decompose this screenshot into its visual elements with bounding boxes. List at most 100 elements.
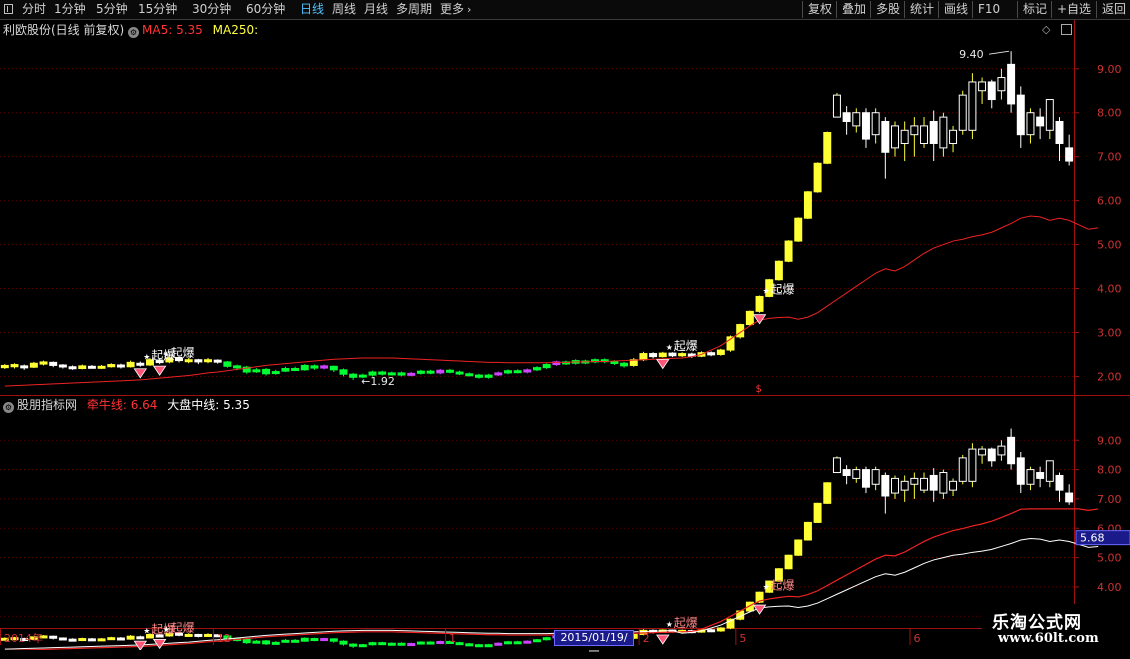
main-candle [1045,99,1054,131]
sub-candle [910,477,919,485]
main-signal-star-icon: ★ [143,352,150,361]
main-candle [968,81,977,131]
sub-candle [291,639,300,643]
main-signal-label: 起爆 [674,339,698,353]
main-y-tick-label: 2.00 [1097,370,1122,383]
sub-candle [436,640,445,644]
main-candle [513,370,522,374]
main-y-tick-label: 3.00 [1097,326,1122,339]
sub-candle [474,644,483,648]
main-candle [503,370,512,374]
main-candle [320,365,329,369]
sub-candle [881,474,890,497]
main-candle [678,353,687,357]
main-y-tick-label: 4.00 [1097,283,1122,296]
sub-candle [823,482,832,504]
sub-candle [978,448,987,456]
sub-candle [339,640,348,645]
main-y-tick-label: 6.00 [1097,195,1122,208]
main-candle [920,125,929,144]
main-candle [803,191,812,219]
sub-candle [204,633,213,637]
kline-chart[interactable]: 9.00 8.00 7.00 6.00 5.00 4.00 3.00 2.00 9.00 8.00… [0,0,1130,650]
sub-candle [368,642,377,646]
main-candle [407,372,416,376]
main-candle [668,352,677,357]
main-candle [87,365,96,369]
value-box-label: 5.68 [1080,532,1105,545]
main-candle [474,374,483,378]
main-candle [349,373,358,378]
main-candle [339,369,348,375]
main-candle [891,125,899,149]
main-candle [523,369,532,373]
sub-candle [1065,492,1074,503]
sub-y-tick-label: 9.00 [1097,434,1122,447]
main-candle [1036,116,1045,127]
sub-candle [1026,469,1035,485]
main-candle [281,368,290,372]
signal-marker: $ [756,384,762,395]
sub-candle [813,502,822,523]
sub-candle [397,642,406,646]
sub-candle [87,638,96,642]
sub-candle [252,640,261,644]
sub-signal-star-icon: ★ [763,583,770,592]
sub-candle [803,521,812,541]
sub-candle [281,639,290,643]
sub-candle [987,448,996,462]
main-y-tick-label: 8.00 [1097,107,1122,120]
main-signal-diamond-icon [656,359,670,370]
main-candle [1055,121,1064,144]
main-signal-star-icon: ★ [763,287,770,296]
watermark: 乐淘公式网 www.60lt.com [982,604,1130,650]
sub-candle [1055,474,1064,491]
main-candle [1065,147,1074,162]
main-candle [639,353,648,361]
sub-signal-star-icon: ★ [163,625,170,634]
sub-signal-star-icon: ★ [666,620,673,629]
main-candle [649,353,658,358]
main-candle [310,365,319,369]
high-price-label: 9.40 [959,48,984,61]
sub-candle [997,445,1006,456]
main-candle [262,368,271,375]
sub-candle [262,640,271,645]
sub-candle [194,633,203,637]
sub-candle [784,554,793,570]
main-candle [0,364,9,369]
main-candle [774,260,783,281]
main-candle [542,364,551,369]
low-price-label: ←1.92 [361,375,395,388]
sub-candle [949,480,958,491]
main-candle [426,370,435,374]
sub-candle [494,642,503,646]
sub-candle [465,643,474,647]
main-candle [610,360,619,364]
main-candle [416,370,425,374]
main-candle [910,125,919,136]
main-candle [68,366,77,370]
main-candle [136,362,145,366]
main-candle [78,365,87,370]
sub-candle [329,638,338,642]
date-label: 2014年 [4,631,43,645]
main-candle [929,121,938,144]
main-y-tick-label: 5.00 [1097,239,1122,252]
sub-signal-label: 起爆 [674,616,698,630]
main-candle [97,365,106,369]
main-candle [436,369,445,374]
main-candle [1026,112,1035,136]
sub-candle [900,480,909,491]
main-signal-star-icon: ★ [666,343,673,352]
main-candle [949,129,958,144]
main-candle [997,77,1006,92]
main-candle [852,112,861,127]
main-candle [871,112,880,136]
sub-candle [513,641,522,645]
main-candle [823,131,832,164]
main-candle [20,365,29,369]
sub-signal-diamond-icon [656,634,670,645]
main-candle [233,365,242,369]
high-price-pointer [989,50,1010,55]
